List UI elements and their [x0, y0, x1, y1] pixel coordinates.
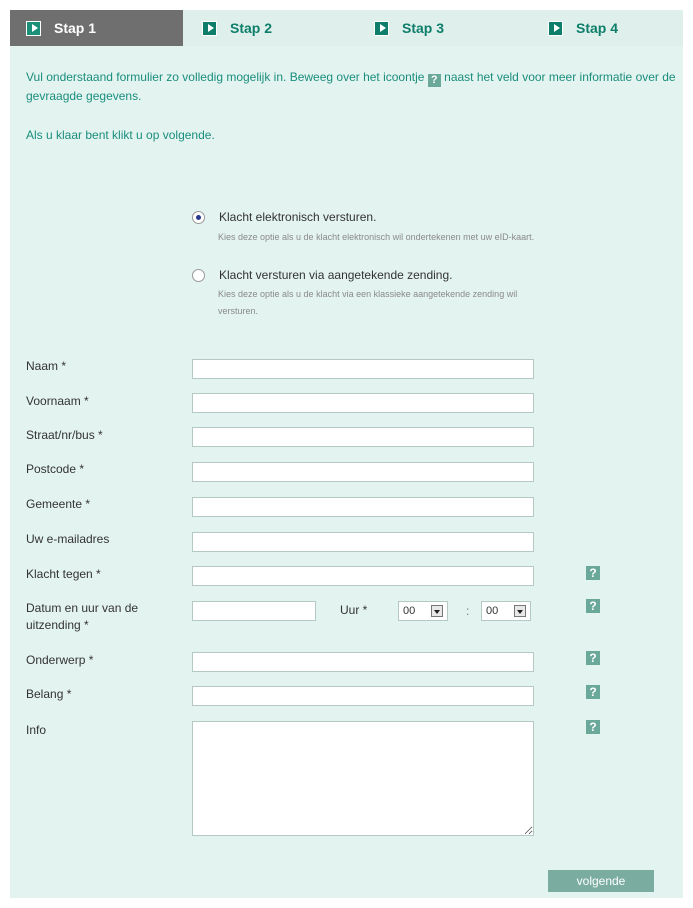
postcode-input[interactable] — [192, 462, 534, 482]
tab-label: Stap 4 — [576, 20, 619, 36]
help-icon[interactable]: ? — [586, 599, 600, 613]
tab-stap-4[interactable]: Stap 4 — [548, 10, 683, 46]
option-help: Kies deze optie als u de klacht elektron… — [218, 232, 535, 242]
hour-value: 00 — [403, 605, 416, 617]
play-icon — [26, 20, 41, 36]
voornaam-input[interactable] — [192, 393, 534, 413]
option-label: Klacht versturen via aangetekende zendin… — [219, 268, 453, 282]
label-onderwerp: Onderwerp * — [26, 653, 94, 667]
label-gemeente: Gemeente * — [26, 497, 91, 511]
dropdown-arrow-icon — [514, 605, 526, 617]
klacht-tegen-input[interactable] — [192, 566, 534, 586]
label-datum-line2: uitzending * — [26, 618, 89, 632]
time-separator: : — [466, 604, 470, 618]
volgende-button[interactable]: volgende — [548, 870, 654, 892]
label-postcode: Postcode * — [26, 462, 85, 476]
datum-input[interactable] — [192, 601, 316, 621]
help-icon: ? — [427, 74, 441, 87]
belang-input[interactable] — [192, 686, 534, 706]
hour-select[interactable]: 00 — [398, 601, 448, 621]
radio-electronic[interactable] — [192, 211, 205, 224]
help-icon[interactable]: ? — [586, 685, 600, 699]
help-icon[interactable]: ? — [586, 566, 600, 580]
tab-label: Stap 1 — [54, 20, 97, 36]
label-datum: Datum en uur van de uitzending * — [26, 600, 138, 634]
tab-label: Stap 2 — [230, 20, 273, 36]
straat-input[interactable] — [192, 427, 534, 447]
intro-part1: Vul onderstaand formulier zo volledig mo… — [26, 70, 425, 84]
option-help: Kies deze optie als u de klacht via een … — [218, 289, 518, 316]
minute-select[interactable]: 00 — [481, 601, 531, 621]
label-naam: Naam * — [26, 359, 67, 373]
form-panel: Vul onderstaand formulier zo volledig mo… — [10, 46, 683, 898]
tab-stap-3[interactable]: Stap 3 — [374, 10, 534, 46]
option-label: Klacht elektronisch versturen. — [219, 210, 377, 224]
label-uur: Uur * — [340, 603, 368, 617]
email-input[interactable] — [192, 532, 534, 552]
play-icon — [548, 20, 563, 36]
intro-text: Vul onderstaand formulier zo volledig mo… — [26, 68, 676, 106]
help-icon[interactable]: ? — [586, 720, 600, 734]
label-info: Info — [26, 723, 47, 737]
option-registered[interactable]: Klacht versturen via aangetekende zendin… — [192, 268, 453, 282]
help-icon[interactable]: ? — [586, 651, 600, 665]
info-textarea[interactable] — [192, 721, 534, 836]
tab-stap-2[interactable]: Stap 2 — [202, 10, 362, 46]
label-belang: Belang * — [26, 687, 72, 701]
naam-input[interactable] — [192, 359, 534, 379]
radio-registered[interactable] — [192, 269, 205, 282]
tab-label: Stap 3 — [402, 20, 445, 36]
done-instruction: Als u klaar bent klikt u op volgende. — [26, 128, 215, 142]
label-klacht-tegen: Klacht tegen * — [26, 567, 101, 581]
label-straat: Straat/nr/bus * — [26, 428, 103, 442]
gemeente-input[interactable] — [192, 497, 534, 517]
dropdown-arrow-icon — [431, 605, 443, 617]
tab-stap-1[interactable]: Stap 1 — [10, 10, 183, 46]
step-tabs: Stap 1 Stap 2 Stap 3 Stap 4 — [10, 10, 683, 46]
label-datum-line1: Datum en uur van de — [26, 601, 139, 615]
label-voornaam: Voornaam * — [26, 394, 89, 408]
play-icon — [202, 20, 217, 36]
label-email: Uw e-mailadres — [26, 532, 110, 546]
option-electronic[interactable]: Klacht elektronisch versturen. — [192, 210, 376, 224]
play-icon — [374, 20, 389, 36]
minute-value: 00 — [486, 605, 499, 617]
onderwerp-input[interactable] — [192, 652, 534, 672]
